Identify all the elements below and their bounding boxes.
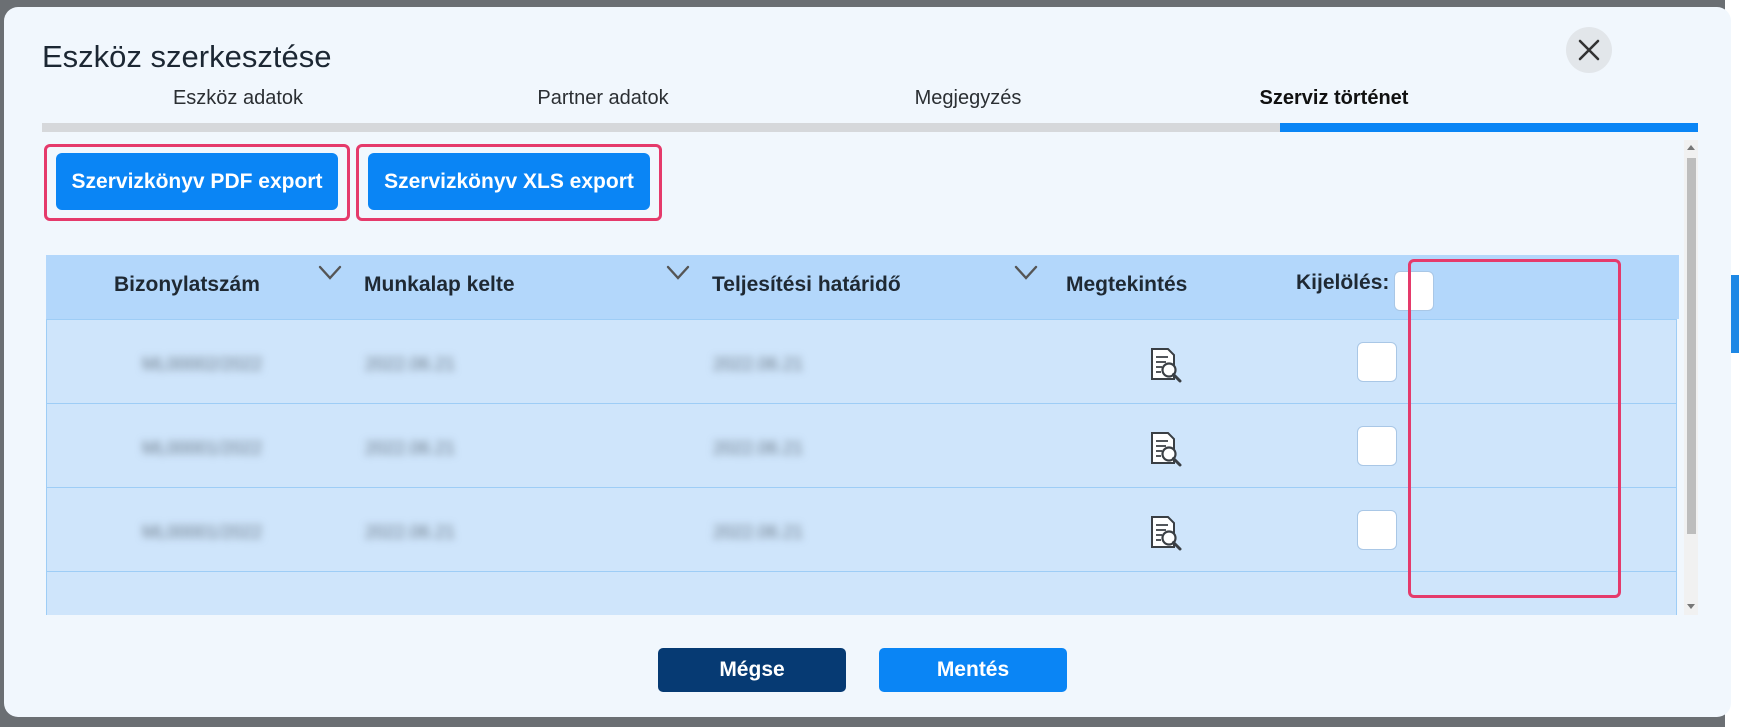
tab-notes[interactable]: Megjegyzés [915, 87, 1022, 110]
column-header-select: Kijelölés: [1296, 271, 1390, 294]
row-select-checkbox[interactable] [1357, 342, 1397, 382]
document-search-icon[interactable] [1146, 514, 1184, 552]
tab-asset-data[interactable]: Eszköz adatok [173, 87, 303, 110]
scroll-up-icon[interactable] [1687, 145, 1695, 150]
tab-bar: Eszköz adatok Partner adatok Megjegyzés … [42, 77, 1698, 133]
scrollbar-thumb[interactable] [1687, 158, 1696, 534]
cancel-button[interactable]: Mégse [658, 648, 846, 692]
save-button[interactable]: Mentés [879, 648, 1067, 692]
deadline-cell: 2022.06.21 [713, 438, 804, 458]
column-header-deadline[interactable]: Teljesítési határidő [712, 273, 901, 297]
chevron-down-icon[interactable] [318, 263, 342, 283]
close-icon [1578, 39, 1600, 61]
tab-partner-data[interactable]: Partner adatok [537, 87, 668, 110]
highlight-select-column [1408, 259, 1621, 598]
column-header-view: Megtekintés [1066, 273, 1188, 296]
worksheet-date-cell: 2022.06.21 [365, 438, 456, 458]
worksheet-date-cell: 2022.06.21 [365, 354, 456, 374]
document-number-cell: ML00001/2022 [142, 438, 263, 458]
column-header-document-number[interactable]: Bizonylatszám [114, 273, 260, 297]
column-header-worksheet-date[interactable]: Munkalap kelte [364, 273, 515, 297]
chevron-down-icon[interactable] [666, 263, 690, 283]
document-number-cell: ML00002/2022 [142, 354, 263, 374]
tab-service-history[interactable]: Szerviz történet [1260, 87, 1409, 110]
document-search-icon[interactable] [1146, 430, 1184, 468]
xls-export-button[interactable]: Szervizkönyv XLS export [368, 153, 650, 210]
scroll-down-icon[interactable] [1687, 604, 1695, 609]
pdf-export-button[interactable]: Szervizkönyv PDF export [56, 153, 338, 210]
deadline-cell: 2022.06.21 [713, 522, 804, 542]
close-button[interactable] [1566, 27, 1612, 73]
row-select-checkbox[interactable] [1357, 426, 1397, 466]
tab-underline-active [1280, 123, 1698, 132]
deadline-cell: 2022.06.21 [713, 354, 804, 374]
edit-asset-dialog: Eszköz szerkesztése Eszköz adatok Partne… [4, 7, 1731, 717]
document-number-cell: ML00001/2022 [142, 522, 263, 542]
dialog-title: Eszköz szerkesztése [42, 39, 332, 74]
scrollbar[interactable] [1684, 140, 1698, 615]
service-history-panel: Szervizkönyv PDF export Szervizkönyv XLS… [42, 140, 1698, 615]
document-search-icon[interactable] [1146, 346, 1184, 384]
row-select-checkbox[interactable] [1357, 510, 1397, 550]
chevron-down-icon[interactable] [1014, 263, 1038, 283]
worksheet-date-cell: 2022.06.21 [365, 522, 456, 542]
